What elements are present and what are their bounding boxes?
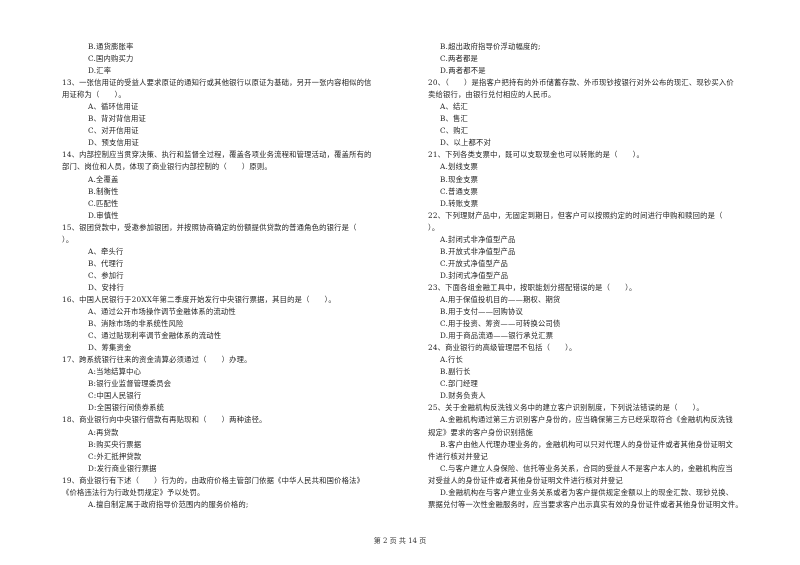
answer-option-line: A.封闭式非净值型产品: [440, 234, 516, 244]
question-text-line: ）。: [428, 222, 440, 232]
answer-option-line: A.划线支票: [440, 162, 478, 172]
answer-option-line: C、通过贴现利率调节金融体系的流动性: [88, 331, 222, 341]
answer-option-line: B.现金支票: [440, 174, 479, 184]
answer-option-line: C、购汇: [440, 126, 469, 136]
answer-option-line: A、结汇: [440, 102, 468, 112]
left-column: B.通货膨胀率 C.国内购买力 D.汇率 13、一张信用证的受益人要求原证的通知行或其…: [62, 41, 400, 511]
answer-option-line: A、循环信用证: [88, 102, 139, 112]
answer-option-line: B.超出政府指导价浮动幅度的;: [440, 42, 541, 51]
question-text-line: 22、下列理财产品中，无固定到期日，但客户可以按照约定的时间进行申购和赎回的是（: [428, 210, 723, 220]
question-text-line: 15、银团贷款中，受邀参加银团，并按照协商确定的份额提供贷款的普通角色的银行是（: [62, 222, 357, 232]
answer-option-line: B.通货膨胀率: [88, 42, 134, 51]
answer-option-line: D:发行商业银行票据: [88, 463, 157, 473]
answer-option-line: D.金融机构在与客户建立业务关系或者为客户提供规定金额以上的现金汇款、现钞兑换、: [440, 487, 734, 497]
answer-option-line: A.用于保值投机目的——期权、期货: [440, 294, 561, 304]
question-text-line: 规定》要求的客户身份识别措施: [428, 427, 533, 437]
answer-option-line: B.制衡性: [88, 186, 119, 196]
answer-option-line: B、售汇: [440, 114, 469, 124]
answer-option-line: B.副行长: [440, 367, 471, 377]
answer-option-line: C.匹配性: [88, 198, 119, 208]
answer-option-line: C.普通支票: [440, 186, 479, 196]
answer-option-line: A:再贷款: [88, 427, 119, 437]
question-text-line: 24、商业银行的高级管理层不包括（ ）。: [428, 343, 577, 353]
answer-option-line: D.财务负责人: [440, 391, 486, 401]
answer-option-line: D、预支信用证: [88, 138, 140, 148]
answer-option-line: C、对开信用证: [88, 126, 139, 136]
answer-option-line: B、背对背信用证: [88, 114, 147, 124]
question-text-line: 21、下列各类支票中，既可以支取现金也可以转账的是（ ）。: [428, 150, 644, 160]
answer-option-line: B、消除市场的非系统性风险: [88, 319, 184, 329]
answer-option-line: D.用于商品流通——银行承兑汇票: [440, 331, 554, 341]
question-text-line: 17、跨系统银行往来的资金清算必须通过（ ）办理。: [62, 355, 252, 365]
question-text-line: 《价格违法行为行政处罚规定》予以处罚。: [62, 487, 205, 497]
answer-option-line: B:购买央行票据: [88, 439, 142, 449]
right-column: B.超出政府指导价浮动幅度的; C.两者都是 D.两者都不是 20、（ ）是指客户把持…: [428, 41, 773, 511]
answer-option-line: A、牵头行: [88, 246, 124, 256]
answer-option-line: A.擅自制定属于政府指导价范围内的服务价格的;: [88, 499, 249, 509]
question-text-line: 19、商业银行有下述（ ）行为的，由政府价格主管部门依据《中华人民共和国价格法》: [62, 475, 365, 485]
answer-option-line: D.审慎性: [88, 210, 119, 220]
answer-option-line: D.汇率: [88, 66, 112, 76]
answer-option-line: C、参加行: [88, 270, 124, 280]
answer-option-line: C.部门经理: [440, 379, 479, 389]
answer-option-line: A.行长: [440, 355, 463, 365]
question-text-line: 件进行核对并登记: [428, 451, 488, 461]
question-text-line: 13、一张信用证的受益人要求原证的通知行或其他银行以原证为基础，另开一张内容相似…: [62, 78, 372, 88]
question-text-line: 25、关于金融机构反洗钱义务中的建立客户识别制度，下列说法错误的是（ ）。: [428, 403, 704, 413]
question-text-line: 16、中国人民银行于20XX年第二季度开始发行中央银行票据，其目的是（ ）。: [62, 294, 336, 304]
question-text-line: 用证称为（ ）。: [62, 90, 126, 100]
page-footer: 第 2 页 共 14 页: [373, 537, 427, 545]
answer-option-line: A.金融机构通过第三方识别客户身份的，应当确保第三方已经采取符合《金融机构反洗钱: [440, 415, 733, 425]
answer-option-line: A:当地结算中心: [88, 367, 142, 377]
answer-option-line: D、以上都不对: [440, 138, 492, 148]
answer-option-line: C.两者都是: [440, 54, 479, 64]
question-text-line: 部门、岗位和人员，体现了商业银行内部控制的（ ）原则。: [62, 162, 272, 172]
answer-option-line: D、筹集资金: [88, 343, 132, 353]
answer-option-line: D.两者都不是: [440, 66, 486, 76]
answer-option-line: C.国内购买力: [88, 54, 134, 64]
question-text-line: 票据兑付等一次性金融服务时，应当要求客户出示真实有效的身份证件或者其他身份证明文…: [428, 499, 743, 509]
answer-option-line: B.客户由他人代理办理业务的，金融机构可以只对代理人的身份证件或者其他身份证明文: [440, 439, 733, 449]
answer-option-line: D、安排行: [88, 282, 125, 292]
answer-option-line: C:外汇抵押贷款: [88, 451, 142, 461]
answer-option-line: C.与客户建立人身保险、信托等业务关系，合同的受益人不是客户本人的，金融机构应当: [440, 463, 733, 473]
answer-option-line: B.开放式非净值型产品: [440, 246, 516, 256]
answer-option-line: A、通过公开市场操作调节金融体系的流动性: [88, 307, 236, 317]
answer-option-line: C:中国人民银行: [88, 391, 142, 401]
answer-option-line: A.全覆盖: [88, 174, 119, 184]
answer-option-line: D:全国银行间债券系统: [88, 403, 165, 413]
question-text-line: 23、下面各组金融工具中，按职能划分搭配错误的是（ ）。: [428, 282, 637, 292]
question-text-line: 14、内部控制应当贯穿决策、执行和监督全过程，覆盖各项业务流程和管理活动，覆盖所…: [62, 150, 372, 160]
question-text-line: 18、商业银行向中央银行借款有再贴现和（ ）两种途径。: [62, 415, 267, 425]
answer-option-line: C.开放式净值型产品: [440, 258, 509, 268]
answer-option-line: D.封闭式净值型产品: [440, 270, 509, 280]
question-text-line: 卖给银行，由银行兑付相应的人民币。: [428, 90, 556, 100]
answer-option-line: B.用于支付——回购协议: [440, 307, 524, 317]
answer-option-line: B:银行业监督管理委员会: [88, 379, 172, 389]
question-text-line: 对受益人的身份证件或者其他身份证明文件进行核对并登记: [428, 475, 623, 485]
question-text-line: ）。: [62, 234, 74, 244]
question-text-line: 20、（ ）是指客户把持有的外币储蓄存款、外币现钞按银行对外公布的现汇、现钞买入…: [428, 78, 734, 88]
answer-option-line: B、代理行: [88, 258, 124, 268]
answer-option-line: C.用于投资、筹资——可转换公司债: [440, 319, 561, 329]
answer-option-line: D.转账支票: [440, 198, 479, 208]
